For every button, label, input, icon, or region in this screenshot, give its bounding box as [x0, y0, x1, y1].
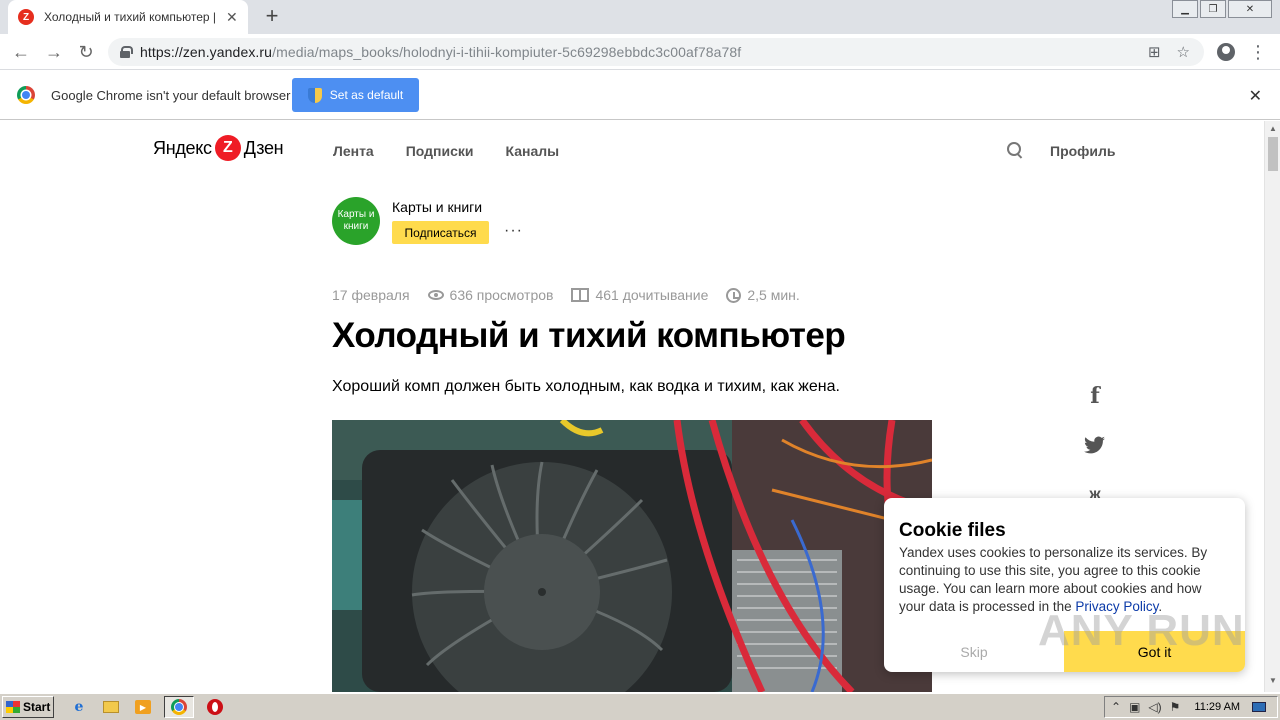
cookie-skip-button[interactable]: Skip — [884, 631, 1064, 672]
views-count: 636 просмотров — [427, 287, 554, 303]
eye-icon — [427, 290, 444, 300]
clock-icon — [726, 287, 742, 303]
url-path: /media/maps_books/holodnyi-i-tihii-kompi… — [272, 44, 742, 60]
scroll-thumb[interactable] — [1268, 137, 1278, 171]
address-bar[interactable]: https://zen.yandex.ru/media/maps_books/h… — [108, 38, 1204, 66]
article-meta: 17 февраля 636 просмотров 461 дочитывани… — [332, 287, 818, 303]
shield-icon — [307, 87, 322, 103]
reload-icon[interactable]: ↻ — [74, 40, 98, 64]
nav-feed[interactable]: Лента — [333, 143, 374, 159]
channel-avatar[interactable]: Карты и книги — [332, 197, 380, 245]
yandex-zen-logo[interactable]: Яндекс Z Дзен — [153, 135, 284, 161]
action-center-flag-icon[interactable]: ⚑ — [1170, 700, 1181, 714]
article-lead: Хороший комп должен быть холодным, как в… — [332, 378, 840, 395]
tab-strip: Z Холодный и тихий компьютер | Ка ✕ + ▁ … — [0, 0, 1280, 34]
translate-icon[interactable]: ⊞ — [1148, 43, 1161, 61]
new-tab-button[interactable]: + — [260, 3, 284, 28]
facebook-share-icon[interactable]: f — [1083, 383, 1107, 409]
url-text: https://zen.yandex.ru/media/maps_books/h… — [140, 44, 741, 60]
start-button[interactable]: Start — [2, 696, 54, 718]
scroll-down-icon[interactable]: ▼ — [1269, 676, 1277, 685]
tab-title: Холодный и тихий компьютер | Ка — [44, 10, 220, 24]
media-player-icon[interactable]: ▶ — [132, 696, 154, 718]
set-as-default-label: Set as default — [329, 88, 404, 102]
windows-flag-icon — [6, 701, 20, 713]
tab-favicon-icon: Z — [18, 9, 34, 25]
reads-count: 461 дочитывание — [571, 287, 708, 303]
chrome-logo-icon — [17, 86, 35, 104]
cookie-title: Cookie files — [899, 520, 1006, 541]
top-nav: Лента Подписки Каналы — [333, 143, 559, 159]
publish-date: 17 февраля — [332, 287, 410, 303]
windows-taskbar: Start e ▶ ⌃ ▣ ◁) ⚑ 11:29 AM — [0, 693, 1280, 720]
nav-subscriptions[interactable]: Подписки — [406, 143, 474, 159]
minimize-button[interactable]: ▁ — [1172, 0, 1198, 18]
scroll-up-icon[interactable]: ▲ — [1269, 124, 1277, 133]
opera-icon[interactable] — [204, 696, 226, 718]
browser-toolbar: ← → ↻ https://zen.yandex.ru/media/maps_b… — [0, 34, 1280, 70]
more-options-icon[interactable]: ··· — [504, 222, 523, 240]
reads-text: 461 дочитывание — [595, 287, 709, 303]
window-controls: ▁ ❐ ✕ — [1170, 0, 1272, 18]
zen-logo-icon: Z — [214, 135, 241, 161]
forward-icon[interactable]: → — [42, 40, 66, 64]
cpu-cooler-image — [332, 420, 932, 692]
anyrun-watermark: ANY RUN — [1038, 606, 1245, 655]
logo-text-yandex: Яндекс — [153, 137, 212, 158]
back-icon[interactable]: ← — [9, 40, 33, 64]
restore-button[interactable]: ❐ — [1200, 0, 1226, 18]
network-icon[interactable]: ▣ — [1129, 700, 1140, 714]
internet-explorer-icon[interactable]: e — [68, 696, 90, 718]
channel-name[interactable]: Карты и книги — [392, 199, 482, 215]
article-photo — [332, 420, 932, 692]
url-host: https://zen.yandex.ru — [140, 44, 273, 60]
menu-icon[interactable]: ⋮ — [1246, 40, 1270, 64]
profile-icon[interactable] — [1214, 40, 1238, 64]
start-label: Start — [23, 700, 51, 714]
infobar-close-icon[interactable]: ✕ — [1249, 86, 1262, 106]
article-title: Холодный и тихий компьютер — [332, 316, 846, 355]
quick-launch: e ▶ — [68, 696, 226, 718]
nav-channels[interactable]: Каналы — [506, 143, 560, 159]
volume-icon[interactable]: ◁) — [1148, 700, 1161, 714]
lock-icon — [120, 46, 133, 58]
bookmark-star-icon[interactable]: ☆ — [1177, 43, 1190, 61]
search-icon[interactable] — [1007, 142, 1023, 158]
taskbar-clock[interactable]: 11:29 AM — [1194, 701, 1240, 713]
system-tray: ⌃ ▣ ◁) ⚑ 11:29 AM — [1104, 696, 1278, 718]
set-as-default-button[interactable]: Set as default — [292, 78, 419, 112]
twitter-share-icon[interactable] — [1083, 436, 1107, 459]
tab-close-icon[interactable]: ✕ — [226, 9, 238, 26]
read-time: 2,5 мин. — [726, 287, 800, 303]
show-desktop-icon[interactable] — [1252, 702, 1267, 712]
default-browser-infobar: Google Chrome isn't your default browser… — [0, 71, 1280, 120]
infobar-text: Google Chrome isn't your default browser — [51, 87, 291, 103]
page-scrollbar[interactable]: ▲ ▼ — [1264, 121, 1280, 692]
close-window-button[interactable]: ✕ — [1228, 0, 1272, 18]
book-icon — [571, 288, 590, 302]
logo-text-zen: Дзен — [243, 137, 284, 158]
browser-tab[interactable]: Z Холодный и тихий компьютер | Ка ✕ — [8, 0, 248, 34]
subscribe-button[interactable]: Подписаться — [392, 221, 489, 244]
tray-expand-icon[interactable]: ⌃ — [1111, 700, 1121, 714]
views-text: 636 просмотров — [449, 287, 554, 303]
profile-link[interactable]: Профиль — [1050, 143, 1116, 159]
explorer-folder-icon[interactable] — [100, 696, 122, 718]
chrome-taskbar-icon[interactable] — [164, 696, 194, 718]
read-time-text: 2,5 мин. — [747, 287, 800, 303]
